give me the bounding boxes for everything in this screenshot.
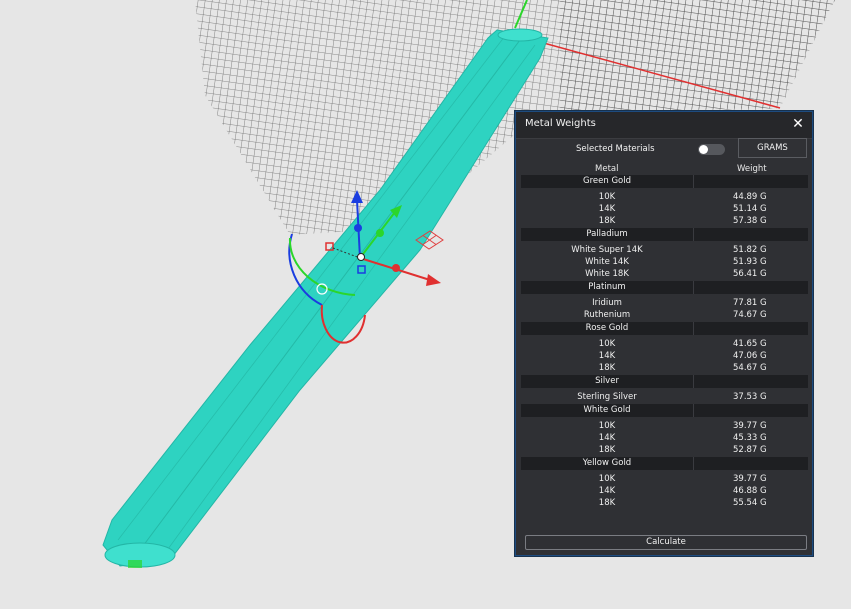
metal-row: 18K 57.38 G xyxy=(521,216,808,228)
metal-group-header: Platinum xyxy=(521,281,808,294)
metal-weight: 52.87 G xyxy=(733,445,767,455)
metal-name: Sterling Silver xyxy=(577,392,637,402)
metal-row: 10K 39.77 G xyxy=(521,421,808,433)
metal-weight: 57.38 G xyxy=(733,216,767,226)
metal-weight: 55.54 G xyxy=(733,498,767,508)
column-divider xyxy=(693,322,694,335)
metal-row: White Super 14K 51.82 G xyxy=(521,245,808,257)
metal-row: 14K 46.88 G xyxy=(521,486,808,498)
toggle-knob xyxy=(699,145,708,154)
metal-group-header: Palladium xyxy=(521,228,808,241)
column-divider xyxy=(693,375,694,388)
metal-group-header: Silver xyxy=(521,375,808,388)
metal-row: 18K 52.87 G xyxy=(521,445,808,457)
column-divider xyxy=(693,281,694,294)
metal-weight: 39.77 G xyxy=(733,474,767,484)
metal-name: 10K xyxy=(598,421,616,431)
unit-button[interactable]: GRAMS xyxy=(738,138,807,158)
metal-name: 18K xyxy=(598,216,616,226)
metal-row: 18K 54.67 G xyxy=(521,363,808,375)
column-divider xyxy=(693,175,694,188)
metal-row: 10K 44.89 G xyxy=(521,192,808,204)
metal-name: Ruthenium xyxy=(583,310,631,320)
metal-group-header: White Gold xyxy=(521,404,808,417)
metal-weight: 44.89 G xyxy=(733,192,767,202)
metal-group-header: Rose Gold xyxy=(521,322,808,335)
metal-weight: 74.67 G xyxy=(733,310,767,320)
metal-row: 18K 55.54 G xyxy=(521,498,808,510)
metal-name: 14K xyxy=(598,433,616,443)
metal-group-name: Yellow Gold xyxy=(582,458,632,468)
metal-group-name: Rose Gold xyxy=(585,323,629,333)
metal-name: 14K xyxy=(598,486,616,496)
weight-column-header: Weight xyxy=(737,164,767,174)
selected-materials-toggle[interactable] xyxy=(698,144,725,155)
metal-weights-table: Green Gold 10K 44.89 G 14K 51.14 G 18K 57.38 G… xyxy=(521,175,808,510)
metal-group-name: Platinum xyxy=(588,282,626,292)
metal-weight: 51.82 G xyxy=(733,245,767,255)
metal-name: White 18K xyxy=(585,269,629,279)
metal-weight: 45.33 G xyxy=(733,433,767,443)
metal-group-name: Palladium xyxy=(586,229,628,239)
metal-row: Iridium 77.81 G xyxy=(521,298,808,310)
metal-name: 10K xyxy=(598,474,616,484)
gizmo-center[interactable] xyxy=(357,253,365,261)
metal-row: 14K 51.14 G xyxy=(521,204,808,216)
metal-name: White Super 14K xyxy=(571,245,643,255)
metal-group-header: Yellow Gold xyxy=(521,457,808,470)
close-icon[interactable]: ✕ xyxy=(790,114,806,134)
metal-name: 14K xyxy=(598,204,616,214)
metal-name: 18K xyxy=(598,445,616,455)
metal-row: Sterling Silver 37.53 G xyxy=(521,392,808,404)
metal-row: 14K 45.33 G xyxy=(521,433,808,445)
metal-name: 10K xyxy=(598,192,616,202)
metal-weight: 77.81 G xyxy=(733,298,767,308)
metal-group-header: Green Gold xyxy=(521,175,808,188)
metal-weight: 54.67 G xyxy=(733,363,767,373)
metal-group-name: White Gold xyxy=(583,405,631,415)
column-divider xyxy=(693,457,694,470)
metal-weight: 46.88 G xyxy=(733,486,767,496)
metal-weight: 51.93 G xyxy=(733,257,767,267)
panel-title: Metal Weights xyxy=(525,118,596,129)
metal-name: 18K xyxy=(598,363,616,373)
metal-name: White 14K xyxy=(585,257,629,267)
x-axis-arrow[interactable] xyxy=(426,274,441,286)
metal-weights-panel: Metal Weights ✕ Selected Materials GRAMS… xyxy=(515,111,813,556)
column-divider xyxy=(693,404,694,417)
metal-weight: 41.65 G xyxy=(733,339,767,349)
metal-weight: 51.14 G xyxy=(733,204,767,214)
calculate-button[interactable]: Calculate xyxy=(525,535,807,550)
metal-row: Ruthenium 74.67 G xyxy=(521,310,808,322)
metal-weight: 47.06 G xyxy=(733,351,767,361)
metal-name: 14K xyxy=(598,351,616,361)
metal-group-name: Green Gold xyxy=(583,176,631,186)
metal-weight: 56.41 G xyxy=(733,269,767,279)
metal-name: Iridium xyxy=(592,298,622,308)
metal-row: White 14K 51.93 G xyxy=(521,257,808,269)
metal-group-name: Silver xyxy=(595,376,619,386)
selected-materials-label: Selected Materials xyxy=(576,144,655,154)
metal-row: 10K 39.77 G xyxy=(521,474,808,486)
panel-header: Metal Weights ✕ xyxy=(516,112,812,139)
metal-name: 18K xyxy=(598,498,616,508)
metal-column-header: Metal xyxy=(595,164,619,174)
metal-row: 10K 41.65 G xyxy=(521,339,808,351)
column-divider xyxy=(693,228,694,241)
metal-name: 10K xyxy=(598,339,616,349)
metal-weight: 37.53 G xyxy=(733,392,767,402)
metal-row: White 18K 56.41 G xyxy=(521,269,808,281)
metal-weight: 39.77 G xyxy=(733,421,767,431)
metal-row: 14K 47.06 G xyxy=(521,351,808,363)
